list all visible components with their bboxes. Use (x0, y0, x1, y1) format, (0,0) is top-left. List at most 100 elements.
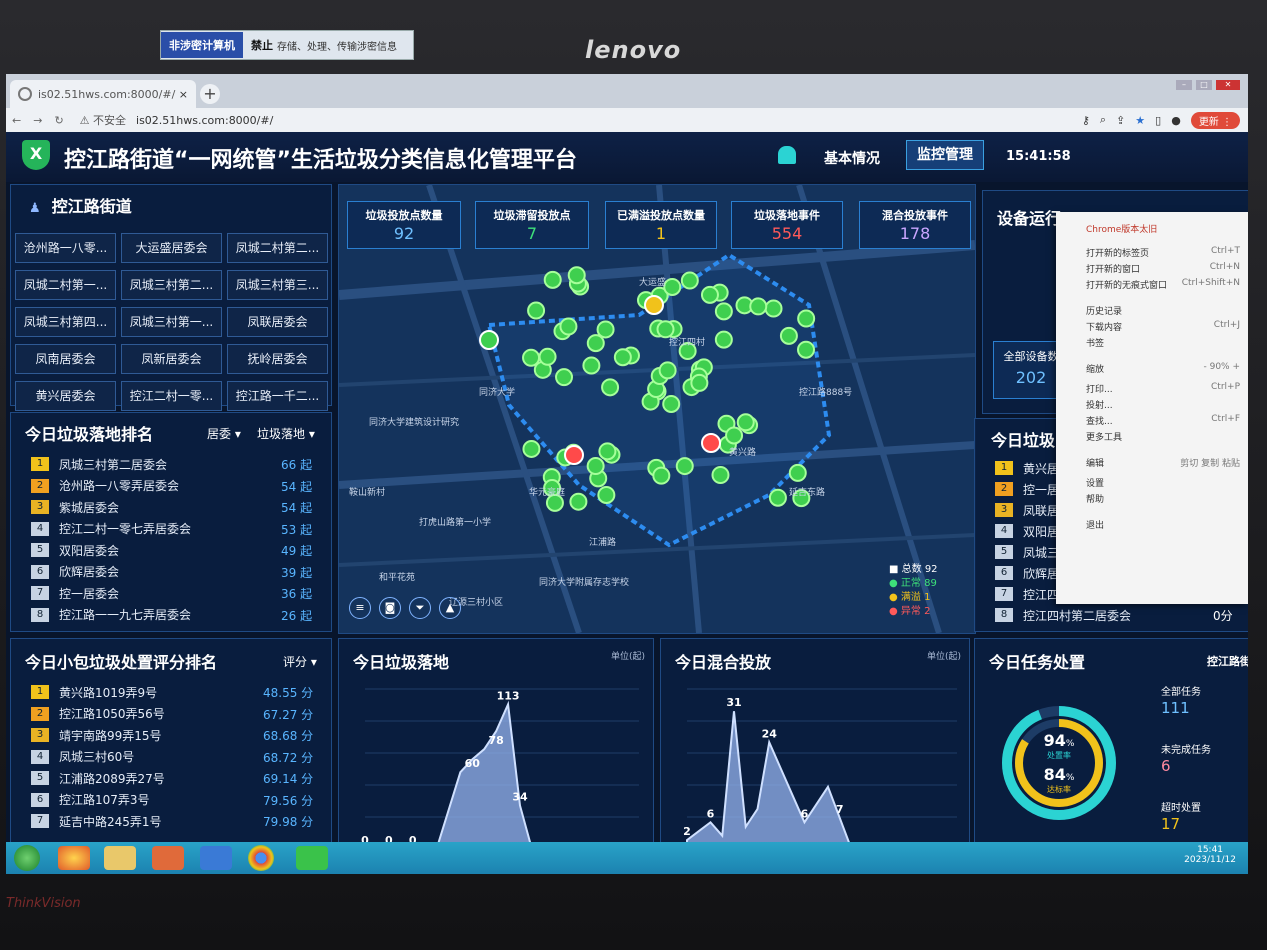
bin-marker[interactable] (644, 295, 664, 315)
rank-row[interactable]: 7 延吉中路245弄1号 (31, 812, 162, 830)
rank-row[interactable]: 1 凤城三村第二居委会 (31, 455, 167, 473)
rank-row[interactable]: 7 控一居委会 (31, 584, 119, 602)
forward-icon[interactable]: → (27, 114, 48, 127)
rank-row[interactable]: 3 紫城居委会 (31, 498, 119, 516)
rank-row[interactable]: 8 控江路一一九七弄居委会 (31, 606, 191, 624)
bin-marker[interactable] (479, 330, 499, 350)
menu-item[interactable]: 查找... (1086, 414, 1113, 427)
rank-row[interactable]: 8 控江四村第二居委会 (995, 606, 1131, 624)
committee-button[interactable]: 凤城三村第二... (121, 270, 222, 300)
menu-item[interactable]: 打印... (1086, 382, 1113, 395)
maximize-icon[interactable]: □ (1196, 80, 1212, 90)
bin-marker[interactable] (597, 485, 616, 504)
rank-row[interactable]: 4 控江二村一零七弄居委会 (31, 520, 191, 538)
bell-icon[interactable] (778, 146, 796, 164)
bin-marker[interactable] (569, 492, 588, 511)
committee-button[interactable]: 凤城三村第一... (121, 307, 222, 337)
minimize-icon[interactable]: – (1176, 80, 1192, 90)
menu-item[interactable]: 打开新的窗口 (1086, 262, 1140, 275)
rank-row[interactable]: 5 江浦路2089弄27号 (31, 769, 165, 787)
browser-tab[interactable]: is02.51hws.com:8000/#/ × (10, 80, 196, 108)
rank-row[interactable]: 4 凤城三村60号 (31, 748, 134, 766)
committee-button[interactable]: 凤城三村第四... (15, 307, 116, 337)
bin-marker[interactable] (725, 426, 744, 445)
menu-item[interactable]: 缩放 (1086, 362, 1104, 375)
bin-marker[interactable] (652, 466, 671, 485)
filter-icon[interactable]: ⏷ (409, 597, 431, 619)
stat-card[interactable]: 垃圾落地事件 554 (731, 201, 843, 249)
menu-item[interactable]: 历史记录 (1086, 304, 1122, 317)
filter-committee[interactable]: 居委 ▾ (207, 425, 241, 442)
share-icon[interactable]: ⇪ (1116, 114, 1125, 127)
committee-button[interactable]: 黄兴居委会 (15, 381, 116, 411)
menu-item[interactable]: 书签 (1086, 336, 1104, 349)
update-button[interactable]: 更新 ⋮ (1190, 111, 1240, 129)
filter-landing[interactable]: 垃圾落地 ▾ (257, 425, 315, 442)
bin-marker[interactable] (522, 439, 541, 458)
menu-item[interactable]: 设置 (1086, 476, 1104, 489)
bin-marker[interactable] (564, 445, 584, 465)
stat-card[interactable]: 垃圾滞留投放点 7 (475, 201, 589, 249)
new-tab-button[interactable]: + (200, 84, 220, 104)
menu-item[interactable]: 更多工具 (1086, 430, 1122, 443)
reload-icon[interactable]: ↻ (48, 114, 69, 127)
menu-item[interactable]: Chrome版本太旧 (1086, 222, 1157, 235)
bin-marker[interactable] (559, 317, 578, 336)
triangle-icon[interactable]: ▲ (439, 597, 461, 619)
bin-marker[interactable] (662, 394, 681, 413)
bin-marker[interactable] (663, 277, 682, 296)
map-panel[interactable]: 同济大学同济大学建筑设计研究院集团有限公司大运盛控江四村控江路888号辽源三村小… (338, 184, 976, 634)
rank-row[interactable]: 2 沧州路一八零弄居委会 (31, 477, 179, 495)
bin-marker[interactable] (788, 463, 807, 482)
nav-monitor-management[interactable]: 监控管理 (906, 140, 984, 170)
bin-marker[interactable] (586, 457, 605, 476)
menu-item[interactable]: 打开新的无痕式窗口 (1086, 278, 1167, 291)
browser-360-icon[interactable] (58, 846, 90, 870)
nav-basic-info[interactable]: 基本情况 (824, 148, 880, 168)
url-field[interactable]: is02.51hws.com:8000/#/ (136, 114, 273, 127)
committee-button[interactable]: 凤联居委会 (227, 307, 328, 337)
rank-row[interactable]: 3 靖宇南路99弄15号 (31, 726, 162, 744)
camera-icon[interactable]: ◙ (379, 597, 401, 619)
committee-button[interactable]: 控江二村一零... (121, 381, 222, 411)
menu-item[interactable]: 退出 (1086, 518, 1104, 531)
bin-marker[interactable] (527, 301, 546, 320)
bin-marker[interactable] (749, 297, 768, 316)
back-icon[interactable]: ← (6, 114, 27, 127)
bin-marker[interactable] (613, 348, 632, 367)
word-icon[interactable] (200, 846, 232, 870)
filter-score[interactable]: 评分 ▾ (283, 653, 317, 670)
star-icon[interactable]: ★ (1135, 114, 1145, 127)
tab-close-icon[interactable]: × (179, 88, 188, 101)
bin-marker[interactable] (596, 320, 615, 339)
chrome-icon[interactable] (248, 845, 274, 871)
committee-button[interactable]: 凤城二村第二... (227, 233, 328, 263)
presentation-icon[interactable] (152, 846, 184, 870)
bin-marker[interactable] (675, 457, 694, 476)
close-window-icon[interactable]: ✕ (1216, 80, 1240, 90)
key-icon[interactable]: ⚷ (1082, 114, 1090, 127)
folder-icon[interactable] (104, 846, 136, 870)
menu-item[interactable]: 打开新的标签页 (1086, 246, 1149, 259)
bin-marker[interactable] (658, 361, 677, 380)
committee-button[interactable]: 抚岭居委会 (227, 344, 328, 374)
task-area[interactable]: 控江路街 (1207, 653, 1248, 669)
bin-marker[interactable] (768, 488, 787, 507)
taskbar-clock[interactable]: 15:41 2023/11/12 (1184, 845, 1236, 865)
bin-marker[interactable] (555, 368, 574, 387)
stat-card[interactable]: 垃圾投放点数量 92 (347, 201, 461, 249)
bin-marker[interactable] (690, 373, 709, 392)
bin-marker[interactable] (797, 340, 816, 359)
menu-item[interactable]: 帮助 (1086, 492, 1104, 505)
menu-item[interactable]: 下载内容 (1086, 320, 1122, 333)
stat-card[interactable]: 已满溢投放点数量 1 (605, 201, 717, 249)
bin-marker[interactable] (711, 466, 730, 485)
insecure-badge[interactable]: ⚠ 不安全 (80, 112, 126, 128)
committee-button[interactable]: 大运盛居委会 (121, 233, 222, 263)
committee-button[interactable]: 凤城二村第一... (15, 270, 116, 300)
list-icon[interactable]: ≡ (349, 597, 371, 619)
rank-row[interactable]: 2 控江路1050弄56号 (31, 705, 165, 723)
bin-marker[interactable] (598, 442, 617, 461)
zoom-icon[interactable]: ⌕ (1100, 113, 1106, 127)
start-icon[interactable] (14, 845, 40, 871)
